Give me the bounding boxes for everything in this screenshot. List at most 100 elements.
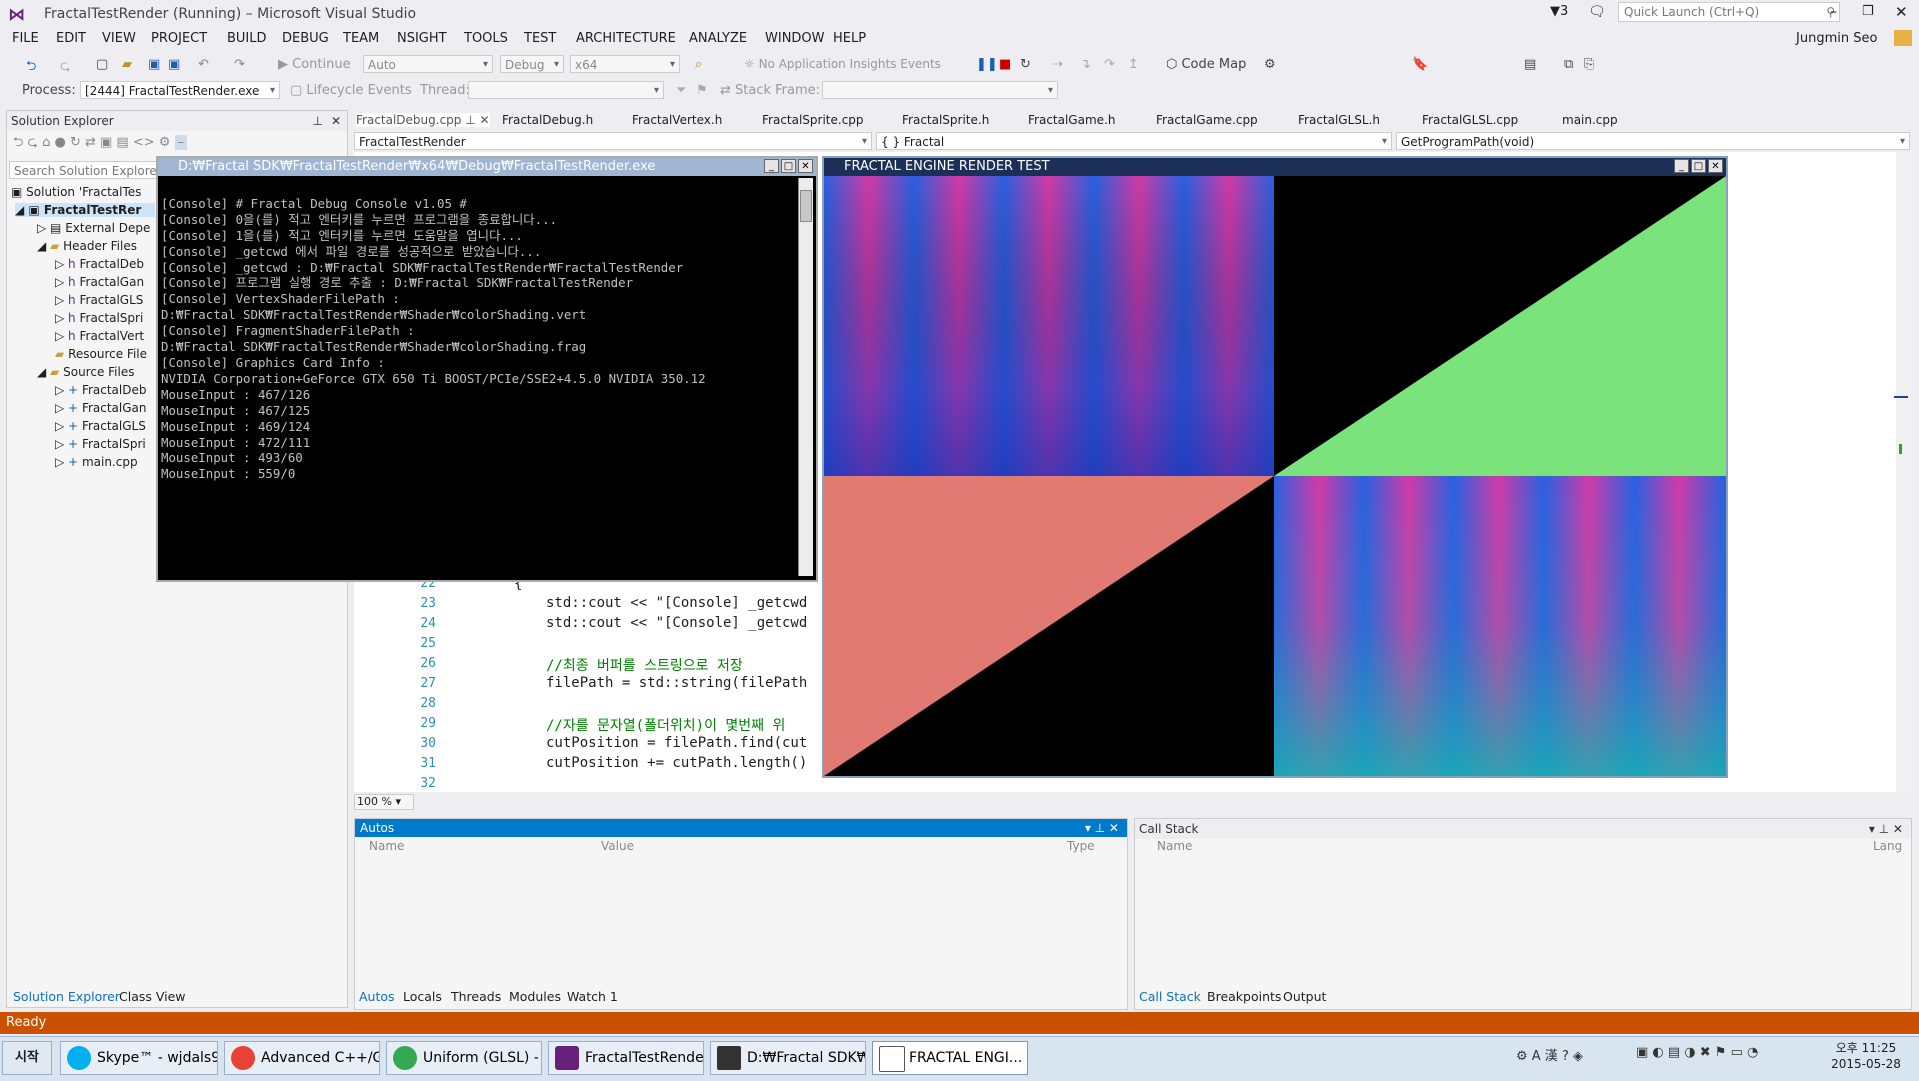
console-title-bar[interactable]: D:₩Fractal SDK₩FractalTestRender₩x64₩Deb… (158, 158, 816, 176)
menu-build[interactable]: BUILD (227, 31, 267, 46)
autos-window-controls[interactable]: ▾ ⊥ ✕ (1085, 819, 1119, 837)
menu-architecture[interactable]: ARCHITECTURE (576, 31, 676, 46)
notification-flag-icon[interactable]: ▼3 (1550, 4, 1568, 19)
window-icon[interactable]: ⧉ (1564, 57, 1573, 72)
console-scrollbar[interactable] (798, 178, 813, 576)
taskbar-chrome-2[interactable]: Uniform (GLSL) - ... (386, 1041, 542, 1075)
call-stack-window-controls[interactable]: ▾ ⊥ ✕ (1869, 819, 1903, 839)
save-icon[interactable]: ▣ (148, 57, 160, 72)
quick-launch-input[interactable]: Quick Launch (Ctrl+Q) ⚲ (1618, 2, 1840, 22)
tree-item[interactable]: ▷ h FractalGan (55, 275, 144, 289)
step-out-icon[interactable]: ↥ (1128, 57, 1139, 72)
tree-item[interactable]: ▷ + FractalSpri (55, 437, 146, 451)
redo-icon[interactable]: ↷ (234, 57, 245, 72)
menu-project[interactable]: PROJECT (151, 31, 207, 46)
taskbar-visual-studio[interactable]: FractalTestRender... (548, 1041, 704, 1075)
scope-nav-select[interactable]: { } Fractal (876, 132, 1392, 151)
pause-icon[interactable]: ❚❚ (976, 57, 998, 72)
step-over-icon[interactable]: ↷ (1104, 57, 1115, 72)
tab-fractalvertex-h[interactable]: FractalVertex.h (632, 113, 722, 127)
taskbar-skype[interactable]: Skype™ - wjdals9... (60, 1041, 218, 1075)
tab-main-cpp[interactable]: main.cpp (1562, 113, 1618, 127)
flag-icon[interactable]: ⚑ (696, 83, 708, 98)
taskbar-console[interactable]: D:₩Fractal SDK₩... (710, 1041, 866, 1075)
stack-frame-select[interactable] (822, 81, 1058, 100)
tree-item[interactable]: ▷ h FractalGLS (55, 293, 143, 307)
tab-fractalsprite-cpp[interactable]: FractalSprite.cpp (762, 113, 864, 127)
solution-search-input[interactable]: Search Solution Explorer (9, 161, 159, 179)
tree-item[interactable]: ▷ + FractalGan (55, 401, 147, 415)
tab-fractaldebug-h[interactable]: FractalDebug.h (502, 113, 593, 127)
save-all-icon[interactable]: ▣ (168, 57, 180, 72)
system-tray-icons[interactable]: ▣ ◐ ▤ ◑ ✖ ⚑ ▭ ◔ (1636, 1045, 1758, 1060)
editor-scrollbar[interactable] (1896, 152, 1910, 792)
tree-item[interactable]: ▷ + main.cpp (55, 455, 138, 469)
back-icon[interactable]: ⮌ (26, 57, 36, 79)
tree-item[interactable]: ▷ + FractalDeb (55, 383, 146, 397)
feedback-icon[interactable]: 🗨 (1588, 4, 1606, 20)
tab-locals[interactable]: Locals (403, 989, 442, 1004)
tree-solution[interactable]: ▣ Solution 'FractalTes (11, 185, 141, 199)
maximize-button[interactable]: □ (781, 159, 796, 173)
tab-modules[interactable]: Modules (509, 989, 561, 1004)
find-icon[interactable]: ⌕ (695, 57, 702, 72)
tab-fractalgame-h[interactable]: FractalGame.h (1028, 113, 1115, 127)
menu-debug[interactable]: DEBUG (282, 31, 329, 46)
tab-watch-1[interactable]: Watch 1 (567, 989, 618, 1004)
taskbar-render-test[interactable]: FRACTAL ENGI... (872, 1041, 1028, 1075)
tab-call-stack[interactable]: Call Stack (1139, 989, 1201, 1004)
minimize-button[interactable]: – (1830, 4, 1837, 20)
tab-fractalgame-cpp[interactable]: FractalGame.cpp (1156, 113, 1258, 127)
project-nav-select[interactable]: FractalTestRender (354, 132, 872, 151)
tree-item[interactable]: ▷ + FractalGLS (55, 419, 146, 433)
tray-icons[interactable]: ⚙ A 漢 ? ◈ (1516, 1045, 1583, 1064)
tab-solution-explorer[interactable]: Solution Explorer (13, 989, 120, 1004)
continue-button[interactable]: ▶ Continue (278, 57, 351, 72)
scroll-thumb[interactable] (800, 190, 812, 222)
menu-nsight[interactable]: NSIGHT (397, 31, 447, 46)
menu-window[interactable]: WINDOW (765, 31, 825, 46)
solution-config-select[interactable]: Auto (363, 55, 493, 74)
forward-icon[interactable]: ⮎ (60, 57, 70, 79)
pin-icon[interactable]: ⊥ (313, 111, 323, 131)
close-panel-icon[interactable]: ✕ (331, 111, 341, 131)
close-button[interactable]: ✕ (1895, 3, 1908, 21)
process-select[interactable]: [2444] FractalTestRender.exe (80, 81, 280, 100)
document-icon[interactable]: ▤ (1524, 57, 1536, 72)
tab-class-view[interactable]: Class View (119, 989, 186, 1004)
thread-select[interactable] (468, 81, 664, 100)
debug-config-select[interactable]: Debug (500, 55, 564, 74)
menu-tools[interactable]: TOOLS (464, 31, 508, 46)
tab-fractalsprite-h[interactable]: FractalSprite.h (902, 113, 989, 127)
restore-button[interactable]: ❐ (1862, 4, 1874, 19)
start-button[interactable]: 시작 (2, 1041, 52, 1075)
minimize-button[interactable]: _ (1674, 159, 1689, 173)
member-nav-select[interactable]: GetProgramPath(void) (1396, 132, 1910, 151)
open-file-icon[interactable]: ▰ (122, 57, 132, 72)
tree-header-files[interactable]: ◢ ▰ Header Files (37, 239, 137, 253)
menu-view[interactable]: VIEW (102, 31, 136, 46)
stop-icon[interactable]: ■ (999, 57, 1011, 72)
tree-external-dependencies[interactable]: ▷ ▤ External Depe (37, 221, 150, 235)
nsight-icon[interactable]: ⚙ (1264, 57, 1276, 72)
undo-icon[interactable]: ↶ (198, 57, 209, 72)
close-button[interactable]: ✕ (798, 159, 813, 173)
collapse-icon[interactable]: – (174, 135, 188, 150)
tab-fractalglsl-h[interactable]: FractalGLSL.h (1298, 113, 1380, 127)
clock[interactable]: 오후 11:25 2015-05-28 (1826, 1040, 1906, 1072)
column-value[interactable]: Value (601, 839, 634, 853)
tab-output[interactable]: Output (1283, 989, 1326, 1004)
tree-item[interactable]: ▷ h FractalVert (55, 329, 144, 343)
tab-breakpoints[interactable]: Breakpoints (1207, 989, 1281, 1004)
column-lang[interactable]: Lang (1873, 839, 1902, 853)
insights-button[interactable]: ☼ No Application Insights Events (744, 57, 941, 71)
render-title-bar[interactable]: FRACTAL ENGINE RENDER TEST _ □ ✕ (824, 158, 1726, 176)
menu-file[interactable]: FILE (12, 31, 39, 46)
maximize-button[interactable]: □ (1691, 159, 1706, 173)
menu-edit[interactable]: EDIT (56, 31, 86, 46)
menu-analyze[interactable]: ANALYZE (689, 31, 747, 46)
tree-item[interactable]: ▷ h FractalSpri (55, 311, 143, 325)
tab-autos[interactable]: Autos (359, 989, 395, 1004)
step-into-icon[interactable]: ↴ (1080, 57, 1091, 72)
tab-fractaldebug-cpp[interactable]: FractalDebug.cpp ⊥ ✕ (356, 113, 490, 127)
